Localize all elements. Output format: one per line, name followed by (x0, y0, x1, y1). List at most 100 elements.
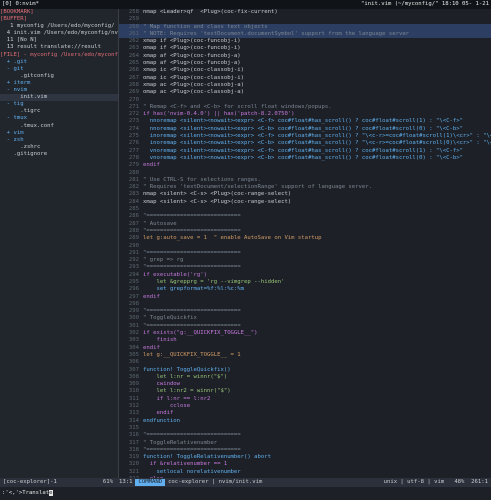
explorer-item[interactable]: - zsh (0, 137, 118, 144)
code-line[interactable]: 293 "============================ (119, 264, 491, 271)
code-line[interactable]: 295 let &grepprg = 'rg --vimgrep --hidde… (119, 279, 491, 286)
code-line[interactable]: 260 " Map function and class text objects (119, 23, 491, 31)
line-number: 313 (128, 410, 139, 417)
explorer-item[interactable]: .tigrc (0, 108, 118, 115)
explorer-item[interactable]: - nvim (0, 87, 118, 94)
explorer-item[interactable]: - tig (0, 101, 118, 108)
code-line[interactable]: 273 nnoremap <silent><nowait><expr> <C-f… (119, 118, 491, 125)
code-line[interactable]: 259 (119, 16, 491, 23)
code-line[interactable]: 302 if exists("g:__QUICKFIX_TOGGLE__") (119, 330, 491, 337)
code-line[interactable]: 272 if has('nvim-0.4.0') || has('patch-8.… (119, 111, 491, 118)
explorer-item[interactable]: + .git (0, 59, 118, 66)
explorer-item[interactable]: [BOOKMARK] (0, 9, 118, 16)
code-line[interactable]: 289 let g:auto_save = 1 " enable AutoSave… (119, 235, 491, 242)
code-line[interactable]: 267 omap ic <Plug>(coc-classobj-i) (119, 75, 491, 82)
code-line[interactable]: 258 nmap <Leader>qf <Plug>(coc-fix-curren… (119, 9, 491, 16)
code-text: " ToggleRelativenumber (143, 439, 218, 446)
coc-explorer-panel[interactable]: [BOOKMARK] [BUFFER] 1 myconfig /Users/edo… (0, 9, 118, 478)
code-text: if &relativenumber == 1 (143, 461, 228, 468)
code-line[interactable]: 264 xmap af <Plug>(coc-funcobj-a) (119, 53, 491, 60)
code-line[interactable]: 311 if l:nr == l:nr2 (119, 396, 491, 403)
line-number: 263 (128, 45, 139, 52)
tmux-status-bar: [0] 0:nvim* "init.vim (~/myconfig/" 18:1… (0, 0, 491, 9)
code-line[interactable]: 271 " Remap <C-f> and <C-b> for scroll fl… (119, 104, 491, 111)
explorer-item[interactable]: .tmux.conf (0, 123, 118, 130)
code-line[interactable]: 305 let g:__QUICKFIX_TOGGLE__ = 1 (119, 352, 491, 359)
code-line[interactable]: 265 omap af <Plug>(coc-funcobj-a) (119, 60, 491, 67)
explorer-item[interactable]: .zshrc (0, 144, 118, 151)
tmux-window-name[interactable]: [0] 0:nvim* (2, 1, 39, 8)
explorer-item[interactable]: 4 init.vim /Users/edo/myconfig/nvi (0, 30, 118, 37)
code-line[interactable]: 262 xmap if <Plug>(coc-funcobj-i) (119, 38, 491, 45)
code-line[interactable]: 300 " ToggleQuickfix (119, 315, 491, 322)
code-line[interactable]: 269 omap ac <Plug>(coc-classobj-a) (119, 89, 491, 96)
code-line[interactable]: 321 setlocal norelativenumber (119, 469, 491, 476)
explorer-item[interactable]: [BUFFER] (0, 16, 118, 23)
code-text: " Remap <C-f> and <C-b> for scroll float… (143, 103, 332, 110)
code-line[interactable]: 286 "============================ (119, 213, 491, 220)
code-line[interactable]: 268 xmap ac <Plug>(coc-classobj-a) (119, 82, 491, 89)
code-line[interactable]: 279 endif (119, 162, 491, 169)
code-line[interactable]: 261 " NOTE: Requires 'textDocument.docume… (119, 30, 491, 39)
code-line[interactable]: 317 " ToggleRelativenumber (119, 440, 491, 447)
code-line[interactable]: 291 "============================ (119, 250, 491, 257)
code-text: " Autosave (143, 220, 177, 227)
explorer-item[interactable]: 11 [No N] (0, 37, 118, 44)
code-line[interactable]: 263 omap if <Plug>(coc-funcobj-i) (119, 45, 491, 52)
explorer-item[interactable]: 1 myconfig /Users/edo/myconfig/ (0, 23, 118, 30)
line-number: 298 (128, 300, 139, 307)
code-line[interactable]: 266 xmap ic <Plug>(coc-classobj-i) (119, 67, 491, 74)
code-line[interactable]: 318 "============================ (119, 447, 491, 454)
code-line[interactable]: 285 (119, 206, 491, 213)
code-line[interactable]: 288 "============================ (119, 228, 491, 235)
explorer-item[interactable]: 13 result translate://result (0, 44, 118, 51)
code-line[interactable]: 307 function! ToggleQuickfix() (119, 367, 491, 374)
code-line[interactable]: 294 if executable('rg') (119, 272, 491, 279)
code-line[interactable]: 304 endif (119, 345, 491, 352)
code-line[interactable]: 309 cwindow (119, 381, 491, 388)
code-line[interactable]: 292 " grep => rg (119, 257, 491, 264)
code-line[interactable]: 270 (119, 97, 491, 104)
code-line[interactable]: 312 cclose (119, 403, 491, 410)
code-line[interactable]: 315 (119, 425, 491, 432)
editor-buffer[interactable]: 258 nmap <Leader>qf <Plug>(coc-fix-curren… (119, 9, 491, 478)
code-line[interactable]: 308 let l:nr = winnr("$") (119, 374, 491, 381)
code-line[interactable]: 299 "============================ (119, 308, 491, 315)
code-line[interactable]: 319 function! ToggleRelativenumber() abor… (119, 454, 491, 461)
code-line[interactable]: 281 " Use CTRL-S for selections ranges. (119, 177, 491, 184)
code-line[interactable]: 310 let l:nr2 = winnr("$") (119, 388, 491, 395)
code-line[interactable]: 278 vnoremap <silent><nowait><expr> <C-b… (119, 155, 491, 162)
explorer-item[interactable]: .gitignore (0, 151, 118, 158)
code-line[interactable]: 296 set grepformat=%f:%l:%c:%m (119, 286, 491, 293)
command-line[interactable]: :'<,'>Translate (0, 487, 491, 500)
code-line[interactable]: 316 "============================ (119, 432, 491, 439)
code-line[interactable]: 274 nnoremap <silent><nowait><expr> <C-b… (119, 126, 491, 133)
code-line[interactable]: 303 finish (119, 337, 491, 344)
explorer-item[interactable]: init.vim (0, 94, 118, 102)
code-line[interactable]: 298 (119, 301, 491, 308)
code-line[interactable]: 306 (119, 359, 491, 366)
code-line[interactable]: 277 vnoremap <silent><nowait><expr> <C-f… (119, 148, 491, 155)
explorer-item[interactable]: - git (0, 66, 118, 73)
line-number: 260 (128, 23, 139, 30)
code-line[interactable]: 297 endif (119, 294, 491, 301)
code-line[interactable]: 313 endif (119, 410, 491, 417)
code-line[interactable]: 284 xmap <silent> <C-s> <Plug>(coc-range-… (119, 199, 491, 206)
code-line[interactable]: 283 nmap <silent> <C-s> <Plug>(coc-range-… (119, 191, 491, 198)
code-line[interactable]: 276 inoremap <silent><nowait><expr> <C-b… (119, 140, 491, 147)
code-line[interactable]: 282 " Requires 'textDocument/selectionRan… (119, 184, 491, 191)
code-line[interactable]: 275 inoremap <silent><nowait><expr> <C-f… (119, 133, 491, 140)
explorer-item[interactable]: .gitconfig (0, 73, 118, 80)
code-text: let l:nr = winnr("$") (143, 373, 228, 380)
code-line[interactable]: 314 endfunction (119, 418, 491, 425)
code-line[interactable]: 320 if &relativenumber == 1 (119, 461, 491, 468)
statusline-fileinfo: unix | utf-8 | vim 48% 261:1 (383, 478, 488, 485)
explorer-item[interactable]: [FILE] - myconfig /Users/edo/myconfig (0, 52, 118, 59)
explorer-item[interactable]: + iterm (0, 80, 118, 87)
code-line[interactable]: 290 (119, 243, 491, 250)
explorer-item[interactable]: - tmux (0, 115, 118, 122)
code-line[interactable]: 280 (119, 170, 491, 177)
code-line[interactable]: 287 " Autosave (119, 221, 491, 228)
code-line[interactable]: 301 "============================ (119, 323, 491, 330)
explorer-item[interactable]: + vim (0, 130, 118, 137)
